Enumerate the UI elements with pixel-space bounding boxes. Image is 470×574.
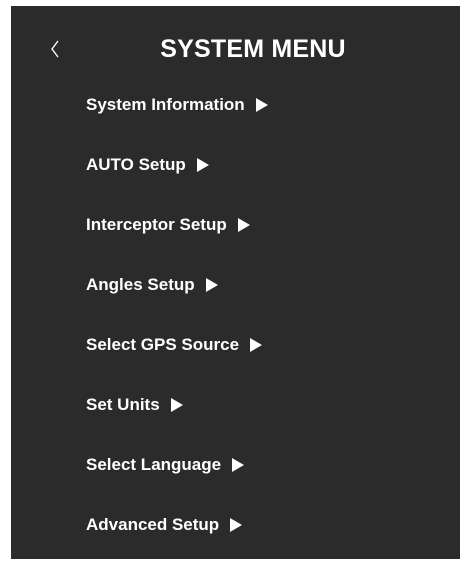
- menu-item-label: Interceptor Setup: [86, 215, 227, 234]
- menu-item-label: Select GPS Source: [86, 335, 240, 354]
- menu-item-label: Angles Setup: [86, 275, 195, 294]
- menu-item-select-gps-source[interactable]: Select GPS Source: [86, 334, 268, 394]
- menu-item-label: Advanced Setup: [86, 515, 220, 534]
- play-arrow-icon: [196, 158, 209, 172]
- play-arrow-icon: [205, 278, 218, 292]
- menu-item-interceptor-setup[interactable]: Interceptor Setup: [86, 214, 268, 274]
- play-arrow-icon: [230, 518, 243, 532]
- menu-item-system-information[interactable]: System Information: [86, 94, 268, 154]
- menu-item-set-units[interactable]: Set Units: [86, 394, 268, 454]
- menu-item-select-language[interactable]: Select Language: [86, 454, 268, 514]
- play-arrow-icon: [232, 458, 245, 472]
- page-title: SYSTEM MENU: [160, 35, 346, 63]
- play-arrow-icon: [255, 98, 268, 112]
- play-arrow-icon: [170, 398, 183, 412]
- menu-item-label: Select Language: [86, 455, 222, 474]
- system-menu-panel: SYSTEM MENU System Information AUTO Setu…: [11, 6, 460, 559]
- menu-item-angles-setup[interactable]: Angles Setup: [86, 274, 268, 334]
- system-menu-list: System Information AUTO Setup Intercepto…: [86, 94, 268, 574]
- menu-item-label: Set Units: [86, 395, 160, 414]
- menu-item-label: AUTO Setup: [86, 155, 186, 174]
- menu-item-auto-setup[interactable]: AUTO Setup: [86, 154, 268, 214]
- play-arrow-icon: [237, 218, 250, 232]
- menu-item-label: System Information: [86, 95, 245, 114]
- menu-item-advanced-setup[interactable]: Advanced Setup: [86, 514, 268, 574]
- play-arrow-icon: [250, 338, 263, 352]
